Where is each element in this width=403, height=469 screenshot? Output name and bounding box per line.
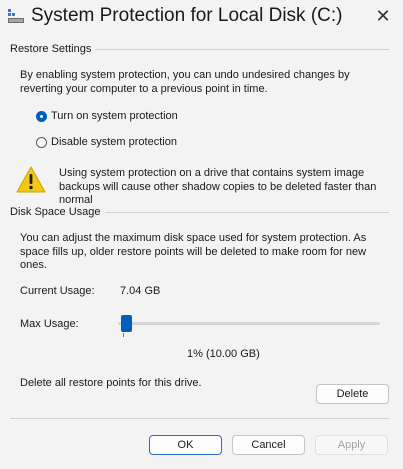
delete-restore-points-text: Delete all restore points for this drive… (20, 377, 202, 389)
slider-tick (123, 333, 124, 337)
description-line: You can adjust the maximum disk space us… (20, 232, 367, 244)
warning-line: Using system protection on a drive that … (59, 167, 365, 179)
disk-space-description: You can adjust the maximum disk space us… (20, 232, 366, 273)
restore-settings-heading: Restore Settings (10, 43, 96, 55)
slider-thumb[interactable] (121, 315, 132, 332)
ok-button[interactable]: OK (149, 435, 222, 455)
warning-line: backups will cause other shadow copies t… (59, 180, 377, 193)
delete-button[interactable]: Delete (316, 384, 389, 404)
cancel-button[interactable]: Cancel (232, 435, 305, 455)
description-line: reverting your computer to a previous po… (20, 82, 268, 95)
slider-track[interactable] (118, 322, 380, 325)
footer-divider (10, 418, 389, 419)
current-usage-value: 7.04 GB (120, 285, 161, 297)
disable-protection-option[interactable]: Disable system protection (36, 136, 177, 148)
disable-protection-label: Disable system protection (51, 136, 177, 148)
max-usage-label: Max Usage: (20, 318, 79, 330)
close-icon[interactable]: ✕ (370, 3, 396, 29)
warning-line: normal (59, 194, 93, 206)
radio-selected-icon[interactable] (36, 110, 47, 122)
description-line: ones. (20, 259, 47, 271)
warning-text: Using system protection on a drive that … (59, 167, 376, 208)
disk-space-heading: Disk Space Usage (10, 206, 105, 218)
warning-icon (16, 166, 46, 196)
system-protection-icon (8, 9, 25, 24)
max-usage-slider[interactable] (118, 313, 380, 339)
description-line: By enabling system protection, you can u… (20, 69, 350, 81)
restore-settings-description: By enabling system protection, you can u… (20, 69, 350, 96)
apply-button[interactable]: Apply (315, 435, 388, 455)
max-usage-readout: 1% (10.00 GB) (187, 348, 260, 360)
description-line: space fills up, older restore points wil… (20, 245, 367, 258)
radio-unselected-icon[interactable] (36, 136, 47, 148)
current-usage-label: Current Usage: (20, 285, 95, 297)
turn-on-protection-option[interactable]: Turn on system protection (36, 110, 178, 122)
window-title: System Protection for Local Disk (C:) (31, 5, 343, 26)
turn-on-protection-label: Turn on system protection (51, 110, 178, 122)
